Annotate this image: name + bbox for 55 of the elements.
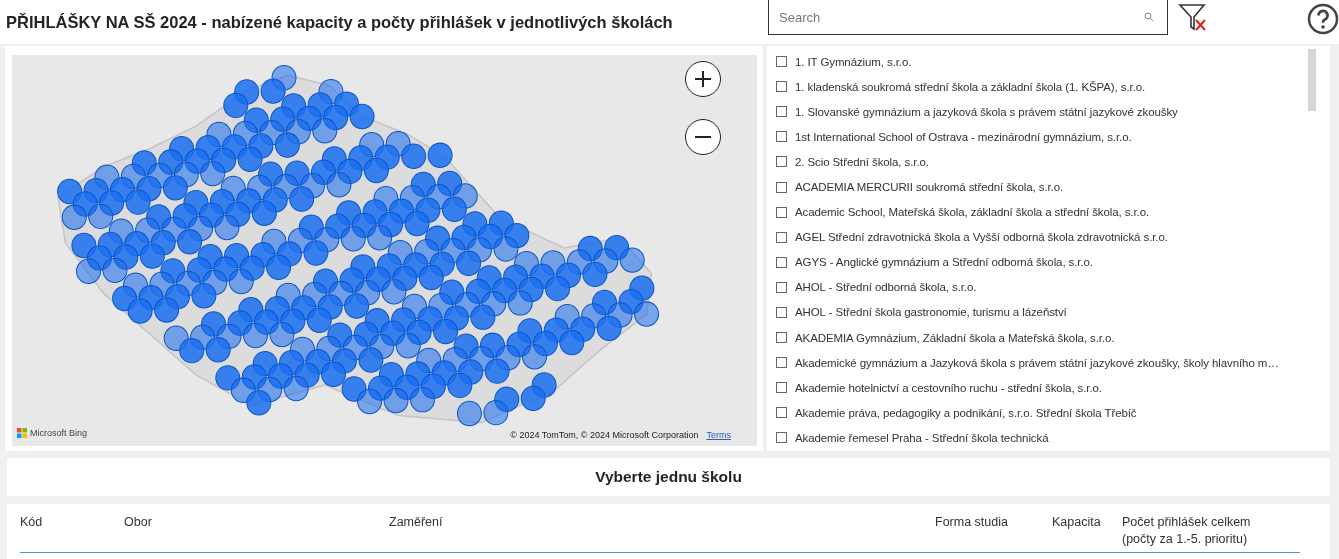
column-header[interactable]: Obor bbox=[124, 514, 389, 548]
checkbox[interactable] bbox=[776, 206, 787, 218]
checkbox[interactable] bbox=[776, 357, 787, 369]
map-background[interactable]: Microsoft Bing © 2024 TomTom, © 2024 Microsoft Corporation Terms bbox=[12, 55, 757, 446]
zoom-out-button[interactable] bbox=[685, 119, 721, 155]
checkbox[interactable] bbox=[776, 307, 787, 318]
section-title: Vyberte jednu školu bbox=[595, 468, 742, 486]
school-list-item[interactable]: 1. Slovanské gymnázium a jazyková škola s právem státní jazykové zkoušky bbox=[767, 99, 1330, 125]
column-header[interactable]: Forma studia bbox=[935, 514, 1052, 548]
checkbox[interactable] bbox=[776, 106, 787, 118]
minus-icon bbox=[694, 136, 712, 138]
map-logo: Microsoft Bing bbox=[30, 428, 88, 438]
school-list-item[interactable]: AGEL Střední zdravotnická škola a Vyšší odborná škola zdravotnická s.r.o. bbox=[767, 224, 1330, 250]
school-list-item[interactable]: AKADEMIA Gymnázium, Základní škola a Mateřská škola, s.r.o. bbox=[767, 325, 1330, 351]
school-list-item[interactable]: ACADEMIA MERCURII soukromá střední škola, s.r.o. bbox=[767, 174, 1330, 200]
column-header[interactable]: Kapacita bbox=[1052, 514, 1122, 548]
checkbox[interactable] bbox=[776, 56, 787, 68]
checkbox[interactable] bbox=[776, 432, 787, 444]
school-list-item[interactable]: Akademické gymnázium a Jazyková škola s právem státní jazykové zkoušky, školy hlavního m… bbox=[767, 350, 1330, 376]
column-header[interactable]: Počet přihlášek celkem (počty za 1.-5. prioritu) bbox=[1122, 514, 1267, 548]
checkbox[interactable] bbox=[776, 231, 787, 243]
school-list-item[interactable]: AHOL - Střední škola gastronomie, turismu a lázeňství bbox=[767, 299, 1330, 326]
school-list-item[interactable]: AGYS - Anglické gymnázium a Střední odborná škola, s.r.o. bbox=[767, 249, 1330, 275]
search-field[interactable]: Search bbox=[768, 0, 1168, 35]
school-list-item[interactable]: AHOL - Střední odborná škola, s.r.o. bbox=[767, 274, 1330, 300]
help-icon[interactable] bbox=[1307, 3, 1339, 35]
school-list-item[interactable]: Akademie řemesel Praha - Střední škola technická bbox=[767, 425, 1330, 451]
checkbox[interactable] bbox=[776, 156, 787, 168]
zoom-in-button[interactable] bbox=[685, 61, 721, 97]
school-list-item[interactable]: 2. Scio Střední škola, s.r.o. bbox=[767, 149, 1330, 175]
windows-logo-icon bbox=[17, 428, 27, 438]
terms-link[interactable]: Terms bbox=[706, 430, 731, 440]
column-header[interactable]: Zaměření bbox=[389, 514, 935, 548]
school-list-item[interactable]: 1. kladenská soukromá střední škola a základní škola (1. KŠPA), s.r.o. bbox=[767, 74, 1330, 100]
checkbox[interactable] bbox=[776, 407, 787, 419]
report-title: PŘIHLÁŠKY NA SŠ 2024 - nabízené kapacity a počty přihlášek v jednotlivých školách bbox=[6, 12, 673, 32]
school-list-item[interactable]: 1. IT Gymnázium, s.r.o. bbox=[767, 49, 1330, 75]
clear-filter-icon[interactable] bbox=[1178, 2, 1208, 32]
school-list-item[interactable]: Academic School, Mateřská škola, základní škola a střední škola, s.r.o. bbox=[767, 199, 1330, 225]
checkbox[interactable] bbox=[776, 256, 787, 268]
plus-icon bbox=[694, 70, 712, 88]
checkbox[interactable] bbox=[776, 81, 787, 93]
checkbox[interactable] bbox=[776, 332, 787, 344]
search-icon bbox=[1144, 12, 1154, 22]
school-list-item[interactable]: 1st International School of Ostrava - mezinárodní gymnázium, s.r.o. bbox=[767, 124, 1330, 150]
school-markers-drawing[interactable] bbox=[57, 65, 659, 427]
school-list-item[interactable]: Akademie práva, pedagogiky a podnikání, s.r.o. Střední škola Třebíč bbox=[767, 400, 1330, 426]
checkbox[interactable] bbox=[776, 281, 787, 293]
school-list-item[interactable]: Akademie hotelnictví a cestovního ruchu - střední škola, s.r.o. bbox=[767, 375, 1330, 401]
column-header[interactable]: Kód bbox=[20, 514, 124, 548]
checkbox[interactable] bbox=[776, 382, 787, 394]
map-attribution: © 2024 TomTom, © 2024 Microsoft Corporation bbox=[510, 430, 699, 440]
scrollbar-thumb[interactable] bbox=[1308, 49, 1316, 111]
checkbox[interactable] bbox=[776, 131, 787, 143]
checkbox[interactable] bbox=[776, 181, 787, 193]
